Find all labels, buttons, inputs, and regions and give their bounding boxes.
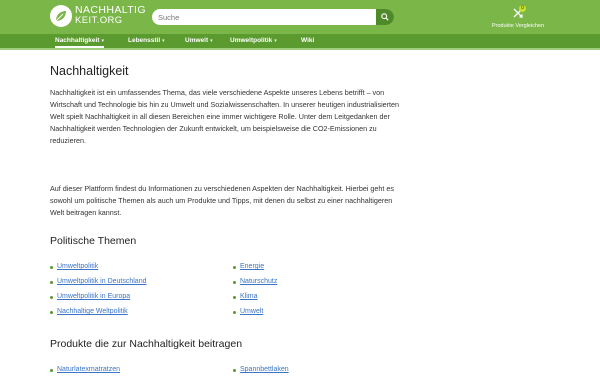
nav-item-nachhaltigkeit[interactable]: Nachhaltigkeit ▾ bbox=[55, 34, 104, 48]
nav-label: Umwelt bbox=[185, 37, 209, 44]
nav-label: Umweltpolitik bbox=[230, 37, 273, 44]
bullet-icon bbox=[50, 369, 53, 372]
nav-label: Lebensstil bbox=[128, 37, 161, 44]
compare-label: Produkte Vergleichen bbox=[491, 23, 545, 29]
main-navigation: Nachhaltigkeit ▾ Lebensstil ▾ Umwelt ▾ Umwe… bbox=[0, 34, 600, 48]
search-bar bbox=[152, 9, 394, 25]
link-umweltpolitik-deutschland[interactable]: Umweltpolitik in Deutschland bbox=[57, 278, 146, 285]
link-nachhaltige-weltpolitik[interactable]: Nachhaltige Weltpolitik bbox=[57, 308, 128, 315]
bullet-icon bbox=[50, 266, 53, 269]
search-button[interactable] bbox=[376, 9, 394, 25]
link-klima[interactable]: Klima bbox=[240, 293, 258, 300]
search-icon bbox=[381, 13, 389, 21]
link-umweltpolitik[interactable]: Umweltpolitik bbox=[57, 263, 98, 270]
link-naturlatexmatratzen[interactable]: Naturlatexmatratzen bbox=[57, 366, 120, 373]
link-energie[interactable]: Energie bbox=[240, 263, 264, 270]
bullet-icon bbox=[50, 281, 53, 284]
chevron-down-icon: ▾ bbox=[210, 38, 213, 44]
chevron-down-icon: ▾ bbox=[101, 38, 104, 44]
leaf-logo-icon bbox=[50, 5, 72, 27]
section-heading-politische-themen: Politische Themen bbox=[50, 235, 137, 247]
nav-item-umwelt[interactable]: Umwelt ▾ bbox=[185, 34, 213, 48]
bullet-icon bbox=[233, 281, 236, 284]
bullet-icon bbox=[233, 296, 236, 299]
nav-label: Wiki bbox=[301, 37, 315, 44]
nav-item-umweltpolitik[interactable]: Umweltpolitik ▾ bbox=[230, 34, 277, 48]
nav-item-wiki[interactable]: Wiki bbox=[301, 34, 314, 48]
top-header: NACHHALTIG KEIT.ORG 0 Produkte Vergleich… bbox=[0, 0, 600, 34]
chevron-down-icon: ▾ bbox=[274, 38, 277, 44]
search-input[interactable] bbox=[152, 9, 372, 25]
site-logo[interactable]: NACHHALTIG KEIT.ORG bbox=[50, 5, 150, 29]
logo-wordmark: NACHHALTIG KEIT.ORG bbox=[75, 5, 146, 26]
bullet-icon bbox=[233, 311, 236, 314]
link-umwelt[interactable]: Umwelt bbox=[240, 308, 263, 315]
nav-divider bbox=[0, 48, 600, 50]
link-umweltpolitik-europa[interactable]: Umweltpolitik in Europa bbox=[57, 293, 130, 300]
link-spannbettlaken[interactable]: Spannbettlaken bbox=[240, 366, 289, 373]
nav-item-lebensstil[interactable]: Lebensstil ▾ bbox=[128, 34, 165, 48]
section-heading-produkte: Produkte die zur Nachhaltigkeit beitrage… bbox=[50, 338, 243, 350]
page-title: Nachhaltigkeit bbox=[50, 64, 129, 78]
logo-line-2: KEIT.ORG bbox=[75, 14, 123, 26]
bullet-icon bbox=[233, 266, 236, 269]
bullet-icon bbox=[233, 369, 236, 372]
bullet-icon bbox=[50, 296, 53, 299]
compare-count-badge: 0 bbox=[519, 5, 526, 12]
politische-themen-list: Umweltpolitik Umweltpolitik in Deutschla… bbox=[50, 263, 450, 323]
intro-paragraph: Nachhaltigkeit ist ein umfassendes Thema… bbox=[50, 88, 400, 145]
chevron-down-icon: ▾ bbox=[162, 38, 165, 44]
produkte-list: Naturlatexmatratzen Spannbettlaken bbox=[50, 366, 450, 378]
platform-paragraph: Auf dieser Plattform findest du Informat… bbox=[50, 184, 394, 217]
link-naturschutz[interactable]: Naturschutz bbox=[240, 278, 277, 285]
compare-products-button[interactable]: 0 Produkte Vergleichen bbox=[483, 5, 553, 32]
nav-label: Nachhaltigkeit bbox=[55, 37, 100, 44]
bullet-icon bbox=[50, 311, 53, 314]
